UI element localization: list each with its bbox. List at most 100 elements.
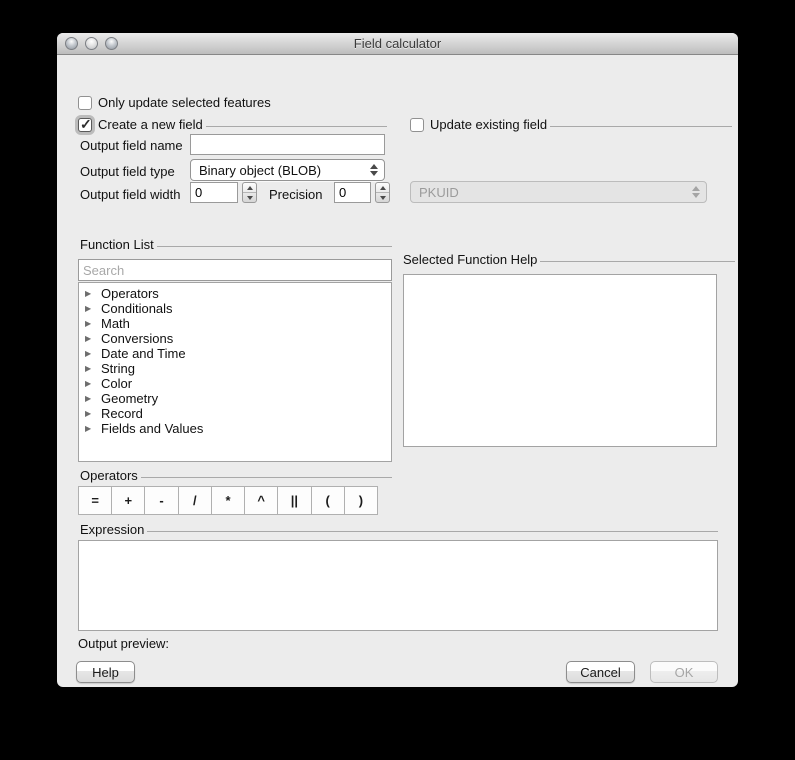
function-help-group: Selected Function Help [403,252,735,267]
expand-arrow-icon[interactable]: ▶ [85,349,93,358]
group-divider-line [141,477,392,478]
group-divider-line [147,531,718,532]
function-tree-item[interactable]: ▶ Record [79,406,391,421]
operator-button[interactable]: ^ [245,487,278,514]
close-button[interactable] [65,37,78,50]
function-tree-item[interactable]: ▶ Math [79,316,391,331]
stepper-down-icon[interactable] [243,193,256,202]
function-tree-item[interactable]: ▶ Conditionals [79,301,391,316]
window-title: Field calculator [57,33,738,54]
existing-field-value: PKUID [419,185,459,200]
dialog-content: Only update selected features Create a n… [57,55,738,686]
expand-arrow-icon[interactable]: ▶ [85,409,93,418]
output-field-name-label: Output field name [80,138,183,153]
stepper-down-icon[interactable] [376,193,389,202]
group-divider-line [157,246,392,247]
function-tree-item-label: Date and Time [101,346,186,361]
update-existing-checkbox-box[interactable] [410,118,424,132]
output-field-width-input[interactable] [190,182,238,203]
function-list-group-label: Function List [80,237,154,252]
function-tree-item-label: Geometry [101,391,158,406]
group-divider-line [206,126,387,127]
create-new-field-checkbox-label: Create a new field [98,117,203,132]
function-tree-item-label: Fields and Values [101,421,203,436]
function-tree-item-label: Record [101,406,143,421]
expand-arrow-icon[interactable]: ▶ [85,289,93,298]
function-tree-item[interactable]: ▶ Color [79,376,391,391]
stepper-up-icon[interactable] [243,183,256,193]
function-tree: ▶ Operators ▶ Conditionals ▶ Math ▶ Conv… [78,282,392,462]
minimize-button[interactable] [85,37,98,50]
output-field-width-label: Output field width [80,187,180,202]
function-tree-item-label: String [101,361,135,376]
function-search-input[interactable] [78,259,392,281]
expand-arrow-icon[interactable]: ▶ [85,424,93,433]
expression-editor[interactable] [78,540,718,631]
stepper-up-icon[interactable] [376,183,389,193]
title-bar[interactable]: Field calculator [57,33,738,55]
only-update-checkbox[interactable]: Only update selected features [78,95,271,110]
operator-button[interactable]: || [278,487,311,514]
function-tree-item-label: Operators [101,286,159,301]
function-help-group-label: Selected Function Help [403,252,537,267]
output-field-name-input[interactable] [190,134,385,155]
expand-arrow-icon[interactable]: ▶ [85,334,93,343]
traffic-lights [65,37,118,50]
operator-button[interactable]: / [179,487,212,514]
group-divider-line [550,126,732,127]
operator-button[interactable]: + [112,487,145,514]
create-new-field-checkbox-box[interactable] [78,118,92,132]
expand-arrow-icon[interactable]: ▶ [85,319,93,328]
existing-field-combo[interactable]: PKUID [410,181,707,203]
operators-toolbar: = + - / * ^ || ( ) [78,486,378,515]
ok-button[interactable]: OK [650,661,718,683]
field-calculator-dialog: Field calculator Only update selected fe… [57,33,738,687]
expand-arrow-icon[interactable]: ▶ [85,304,93,313]
operators-group: Operators [80,468,392,483]
create-new-field-checkbox[interactable]: Create a new field [78,117,203,132]
function-tree-item-label: Math [101,316,130,331]
precision-stepper[interactable] [375,182,390,203]
only-update-checkbox-label: Only update selected features [98,95,271,110]
output-field-width-stepper[interactable] [242,182,257,203]
update-existing-checkbox-label: Update existing field [430,117,547,132]
update-existing-checkbox[interactable]: Update existing field [410,117,547,132]
operator-button[interactable]: = [79,487,112,514]
precision-input[interactable] [334,182,371,203]
operators-group-label: Operators [80,468,138,483]
function-tree-item[interactable]: ▶ String [79,361,391,376]
combo-updown-icon [689,182,702,202]
update-existing-field-group: Update existing field [410,117,732,132]
output-field-type-combo[interactable]: Binary object (BLOB) [190,159,385,181]
function-tree-item[interactable]: ▶ Fields and Values [79,421,391,436]
output-field-type-label: Output field type [80,164,175,179]
group-divider-line [540,261,735,262]
only-update-checkbox-box[interactable] [78,96,92,110]
function-tree-item[interactable]: ▶ Operators [79,286,391,301]
expression-group-label: Expression [80,522,144,537]
function-list-group: Function List [80,237,392,252]
zoom-button[interactable] [105,37,118,50]
operator-button[interactable]: ( [312,487,345,514]
cancel-button[interactable]: Cancel [566,661,635,683]
function-tree-item-label: Color [101,376,132,391]
function-tree-item-label: Conditionals [101,301,173,316]
output-preview-label: Output preview: [78,636,169,651]
operator-button[interactable]: - [145,487,178,514]
expand-arrow-icon[interactable]: ▶ [85,379,93,388]
help-button[interactable]: Help [76,661,135,683]
expression-group: Expression [80,522,718,537]
function-tree-item[interactable]: ▶ Date and Time [79,346,391,361]
precision-label: Precision [269,187,322,202]
create-new-field-group: Create a new field [78,117,387,132]
combo-updown-icon [367,160,380,180]
operator-button[interactable]: * [212,487,245,514]
output-field-type-value: Binary object (BLOB) [199,163,321,178]
function-tree-item[interactable]: ▶ Conversions [79,331,391,346]
operator-button[interactable]: ) [345,487,377,514]
function-help-panel [403,274,717,447]
expand-arrow-icon[interactable]: ▶ [85,364,93,373]
function-tree-item-label: Conversions [101,331,173,346]
function-tree-item[interactable]: ▶ Geometry [79,391,391,406]
expand-arrow-icon[interactable]: ▶ [85,394,93,403]
